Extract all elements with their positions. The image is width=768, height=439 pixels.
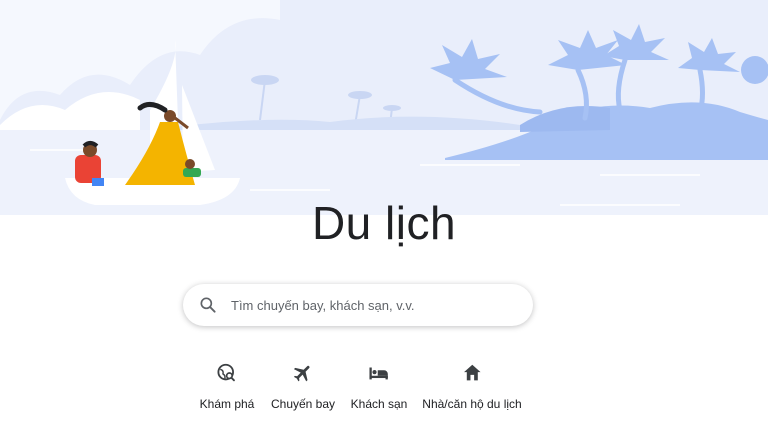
nav-vacation-rentals[interactable]: Nhà/căn hộ du lịch: [422, 362, 522, 411]
home-icon: [461, 362, 483, 384]
search-icon: [198, 295, 218, 315]
page-title: Du lịch: [311, 197, 457, 249]
travel-nav: Khám phá Chuyến bay Khách sạn Nhà/căn hộ…: [0, 362, 768, 422]
nav-label: Chuyến bay: [270, 397, 336, 411]
nav-label: Khám phá: [199, 397, 255, 411]
nav-label: Nhà/căn hộ du lịch: [422, 397, 522, 411]
nav-explore[interactable]: Khám phá: [199, 362, 255, 411]
search-placeholder[interactable]: Tìm chuyến bay, khách sạn, v.v.: [231, 298, 415, 313]
search-bar[interactable]: Tìm chuyến bay, khách sạn, v.v.: [183, 284, 533, 326]
nav-hotels[interactable]: Khách sạn: [350, 362, 408, 411]
flight-icon: [292, 362, 314, 384]
nav-label: Khách sạn: [350, 397, 408, 411]
hotel-bed-icon: [368, 362, 390, 384]
explore-globe-icon: [216, 362, 238, 384]
nav-flights[interactable]: Chuyến bay: [271, 362, 335, 411]
